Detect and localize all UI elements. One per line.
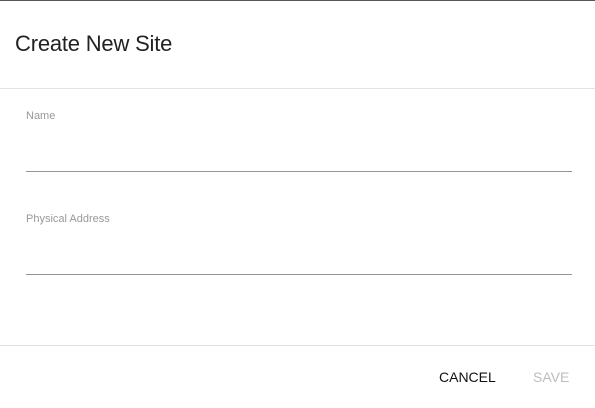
footer-divider: [0, 345, 595, 346]
name-input[interactable]: [26, 145, 572, 172]
physical-address-input[interactable]: [26, 248, 572, 275]
cancel-button[interactable]: CANCEL: [439, 369, 496, 385]
top-border: [0, 0, 595, 1]
dialog-title: Create New Site: [15, 31, 173, 56]
name-label: Name: [26, 110, 56, 122]
save-button[interactable]: SAVE: [533, 369, 569, 385]
header-divider: [0, 88, 595, 89]
physical-address-label: Physical Address: [26, 213, 110, 225]
